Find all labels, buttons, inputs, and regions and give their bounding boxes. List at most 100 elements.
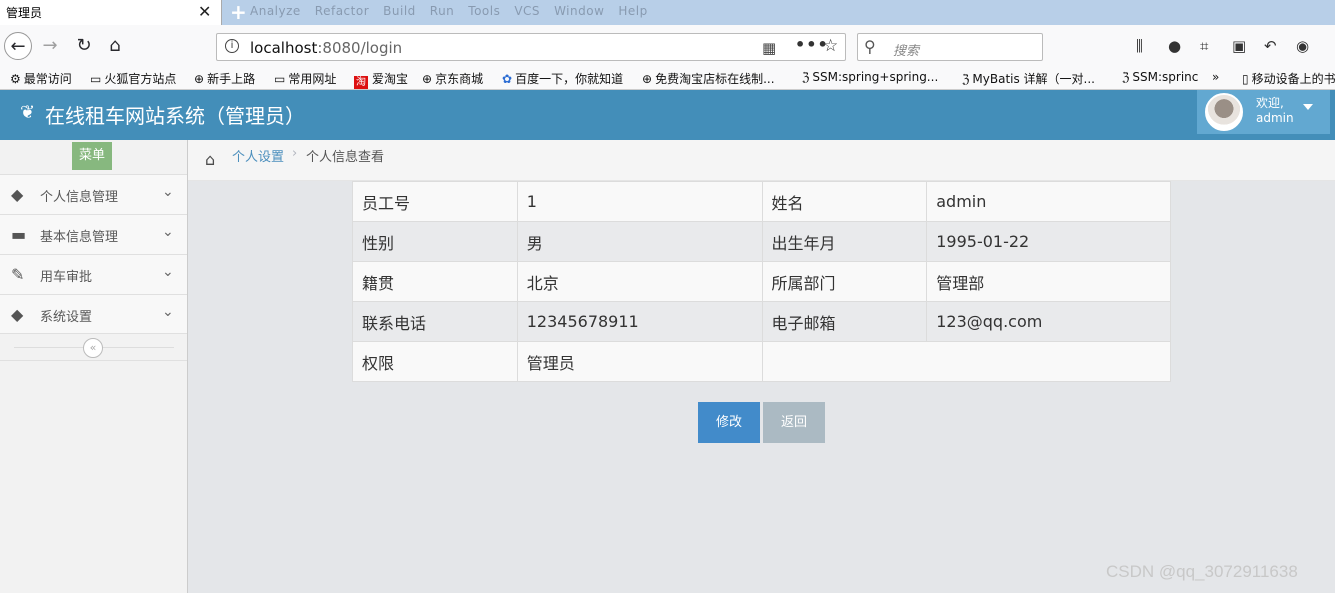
collapse-sidebar-icon[interactable]: « bbox=[83, 338, 103, 358]
search-input[interactable]: ⚲ 搜索 bbox=[857, 33, 1043, 61]
tag-icon: ◆ bbox=[11, 305, 24, 324]
close-tab-icon[interactable]: ✕ bbox=[198, 2, 211, 21]
watermark: CSDN @qq_3072911638 bbox=[1106, 562, 1298, 581]
sidebar-item-car-approval[interactable]: ✎ 用车审批 ⌄ bbox=[0, 254, 187, 294]
home-icon[interactable]: ⌂ bbox=[101, 32, 129, 60]
bookmark-item[interactable]: ℨ MyBatis 详解（一对... bbox=[962, 70, 1095, 87]
sidebar: 菜单 ◆ 个人信息管理 ⌄ ▬ 基本信息管理 ⌄ ✎ 用车审批 ⌄ ◆ 系统设置… bbox=[0, 140, 188, 593]
bookmark-label: 百度一下，你就知道 bbox=[515, 72, 624, 86]
folder-icon: ▭ bbox=[274, 72, 286, 86]
globe-icon: ⊕ bbox=[642, 72, 653, 86]
info-icon[interactable]: i bbox=[225, 39, 239, 53]
bookmark-item[interactable]: ▯ 移动设备上的书 bbox=[1242, 70, 1335, 87]
edit-button[interactable]: 修改 bbox=[698, 402, 760, 443]
empty-cell bbox=[761, 341, 1171, 382]
sidebar-item-label: 个人信息管理 bbox=[40, 190, 119, 205]
url-bar[interactable]: i localhost:8080/login ▦ ••• ☆ bbox=[216, 33, 846, 61]
desktop-icon: ▬ bbox=[11, 225, 27, 244]
sidebar-item-system-settings[interactable]: ◆ 系统设置 ⌄ bbox=[0, 294, 187, 334]
field-label: 出生年月 bbox=[761, 221, 928, 262]
breadcrumb-separator-icon: › bbox=[292, 146, 298, 161]
menu-toggle-button[interactable]: 菜单 bbox=[72, 142, 112, 170]
tab-title: 管理员 bbox=[6, 6, 43, 20]
undo-icon[interactable]: ↶ bbox=[1264, 37, 1277, 55]
new-tab-icon[interactable]: + bbox=[230, 0, 247, 24]
bookmark-star-icon[interactable]: ☆ bbox=[823, 36, 838, 56]
library-icon[interactable]: ⫼ bbox=[1136, 37, 1143, 55]
bookmark-item[interactable]: ℨ SSM:sprinc bbox=[1122, 70, 1198, 84]
bookmark-item[interactable]: ⊕ 新手上路 bbox=[194, 70, 255, 87]
leaf-icon: ❦ bbox=[20, 102, 36, 123]
browser-tab-bar: 管理员 ✕ + Analyze Refactor Build Run Tools VCS W… bbox=[0, 0, 1335, 25]
bookmark-label: SSM:spring+spring... bbox=[812, 70, 939, 84]
edit-icon: ✎ bbox=[11, 265, 25, 284]
bookmark-item[interactable]: ▭ 火狐官方站点 bbox=[90, 70, 176, 87]
baidu-icon: ✿ bbox=[502, 72, 513, 86]
home-icon: ⌂ bbox=[205, 150, 216, 169]
field-label: 电子邮箱 bbox=[761, 301, 928, 342]
bookmark-item[interactable]: ⊕ 京东商城 bbox=[422, 70, 483, 87]
sidebar-item-personal-info[interactable]: ◆ 个人信息管理 ⌄ bbox=[0, 174, 187, 214]
bookmark-item[interactable]: 淘爱淘宝 bbox=[354, 70, 409, 89]
breadcrumb-current: 个人信息查看 bbox=[306, 150, 385, 165]
breadcrumb-link-personal-settings[interactable]: 个人设置 bbox=[232, 146, 284, 165]
sidebar-icon[interactable]: ▣ bbox=[1232, 37, 1246, 55]
field-label: 权限 bbox=[352, 341, 518, 382]
bookmark-label: 常用网址 bbox=[288, 72, 337, 86]
browser-tab[interactable]: 管理员 ✕ bbox=[0, 0, 222, 25]
crop-icon[interactable]: ⌗ bbox=[1200, 37, 1208, 55]
field-label: 籍贯 bbox=[352, 261, 518, 302]
gear-icon: ⚙ bbox=[10, 72, 21, 86]
field-value: 12345678911 bbox=[516, 301, 763, 342]
ghost-menu-item: Help bbox=[618, 4, 648, 18]
app-header: ❦ 在线租车网站系统（管理员） 欢迎, admin bbox=[0, 90, 1335, 140]
bookmark-label: MyBatis 详解（一对... bbox=[972, 72, 1095, 86]
bookmark-label: 新手上路 bbox=[207, 72, 256, 86]
chat-icon[interactable]: ● bbox=[1168, 37, 1181, 55]
ghost-menu-item: Run bbox=[429, 4, 455, 18]
table-row: 员工号 1 姓名 admin bbox=[352, 181, 1171, 222]
globe-icon: ⊕ bbox=[194, 72, 205, 86]
forward-arrow-icon[interactable]: → bbox=[36, 32, 64, 60]
bookmark-item[interactable]: ⚙ 最常访问 bbox=[10, 70, 72, 87]
ghost-menu-item: Build bbox=[383, 4, 416, 18]
field-value: 管理部 bbox=[926, 261, 1171, 302]
tag-icon: ◆ bbox=[11, 185, 24, 204]
field-value: 管理员 bbox=[516, 341, 763, 382]
field-label: 员工号 bbox=[352, 181, 518, 222]
bookmark-item[interactable]: ✿ 百度一下，你就知道 bbox=[502, 70, 623, 87]
url-host: localhost bbox=[250, 39, 318, 57]
url-path: :8080/login bbox=[317, 39, 403, 57]
bookmark-label: 爱淘宝 bbox=[372, 72, 409, 86]
chevron-down-icon: ⌄ bbox=[162, 224, 174, 240]
field-value: 男 bbox=[516, 221, 763, 262]
bookmark-item[interactable]: ℨ SSM:spring+spring... bbox=[802, 70, 938, 84]
account-icon[interactable]: ◉ bbox=[1296, 37, 1309, 55]
bookmark-item[interactable]: ⊕ 免费淘宝店标在线制... bbox=[642, 70, 775, 87]
avatar bbox=[1205, 93, 1243, 131]
app-title[interactable]: 在线租车网站系统（管理员） bbox=[45, 100, 305, 129]
taobao-icon: 淘 bbox=[354, 76, 368, 89]
qr-code-icon[interactable]: ▦ bbox=[762, 39, 776, 57]
welcome-text: 欢迎, admin bbox=[1256, 96, 1294, 126]
ghost-menu-item: VCS bbox=[514, 4, 541, 18]
url-text[interactable]: localhost:8080/login bbox=[250, 39, 402, 57]
search-placeholder: 搜索 bbox=[893, 44, 920, 59]
bookmark-label: SSM:sprinc bbox=[1132, 70, 1199, 84]
sidebar-collapse-row: « bbox=[0, 333, 187, 361]
overflow-chevron-icon[interactable]: » bbox=[1212, 70, 1219, 84]
sidebar-item-label: 基本信息管理 bbox=[40, 230, 119, 245]
profile-table: 员工号 1 姓名 admin 性别 男 出生年月 1995-01-22 籍贯 北… bbox=[352, 181, 1171, 382]
back-button[interactable]: 返回 bbox=[763, 402, 825, 443]
browser-navbar: ← → ↻ ⌂ i localhost:8080/login ▦ ••• ☆ ⚲… bbox=[0, 25, 1335, 67]
sidebar-item-basic-info[interactable]: ▬ 基本信息管理 ⌄ bbox=[0, 214, 187, 254]
sidebar-item-label: 用车审批 bbox=[40, 270, 93, 285]
reload-icon[interactable]: ↻ bbox=[70, 32, 98, 60]
folder-icon: ▭ bbox=[90, 72, 102, 86]
table-row: 权限 管理员 bbox=[352, 341, 1171, 382]
chevron-down-icon: ⌄ bbox=[162, 184, 174, 200]
back-arrow-icon[interactable]: ← bbox=[4, 32, 32, 60]
table-row: 籍贯 北京 所属部门 管理部 bbox=[352, 261, 1171, 302]
user-menu[interactable]: 欢迎, admin bbox=[1197, 90, 1330, 134]
bookmark-item[interactable]: ▭ 常用网址 bbox=[274, 70, 336, 87]
